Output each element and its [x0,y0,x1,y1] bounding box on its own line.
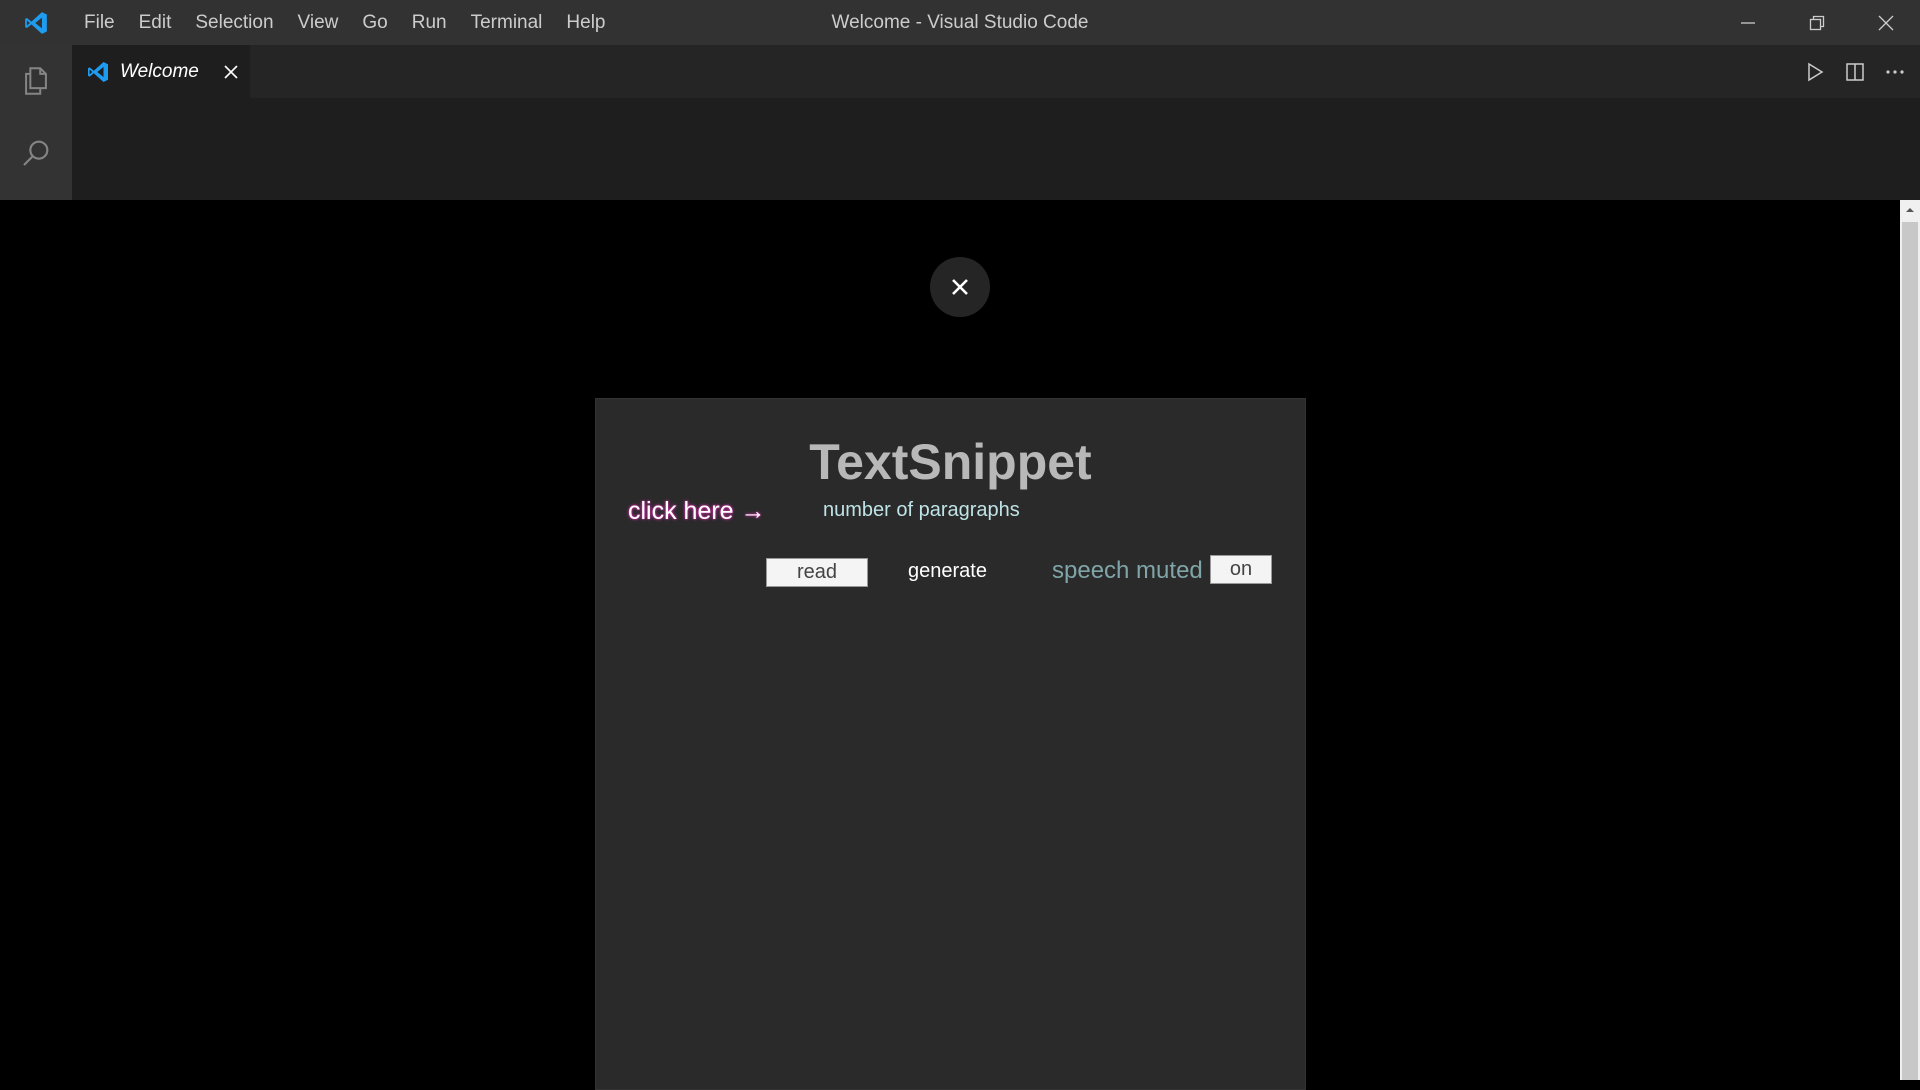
restore-icon[interactable] [1782,0,1851,45]
webview: TextSnippet click here → number of parag… [0,200,1900,1090]
title-bar: File Edit Selection View Go Run Terminal… [0,0,1920,45]
generate-button[interactable]: generate [908,560,987,583]
click-here-link[interactable]: click here → [628,497,766,526]
explorer-icon[interactable] [0,45,72,117]
textsnippet-panel: TextSnippet click here → number of parag… [595,398,1306,1090]
close-icon[interactable] [1851,0,1920,45]
page-title: TextSnippet [809,434,1092,490]
more-actions-icon[interactable] [1882,59,1908,85]
close-tab-icon[interactable] [221,62,241,82]
number-of-paragraphs-label: number of paragraphs [823,499,1020,521]
menu-help[interactable]: Help [554,0,617,45]
speech-toggle-button[interactable]: on [1210,555,1272,584]
menu-run[interactable]: Run [400,0,459,45]
split-editor-icon[interactable] [1842,59,1868,85]
menu-terminal[interactable]: Terminal [459,0,555,45]
editor-area [72,98,1920,200]
vscode-logo-icon [86,59,112,85]
tab-label: Welcome [120,60,199,82]
read-button[interactable]: read [766,558,868,587]
menu-selection[interactable]: Selection [183,0,285,45]
run-icon[interactable] [1802,59,1828,85]
speech-muted-label: speech muted [1052,557,1203,584]
menu-view[interactable]: View [286,0,351,45]
menu-go[interactable]: Go [350,0,399,45]
tab-bar: Welcome [72,45,1920,98]
editor-actions [1802,45,1908,98]
close-icon[interactable] [930,257,990,317]
scrollbar[interactable] [1900,200,1920,1080]
scroll-up-icon[interactable] [1900,200,1920,220]
minimize-icon[interactable] [1713,0,1782,45]
menu-edit[interactable]: Edit [127,0,184,45]
activity-bar [0,45,72,200]
menu-bar: File Edit Selection View Go Run Terminal… [72,0,618,45]
search-icon[interactable] [0,117,72,189]
vscode-logo-icon [0,0,72,45]
scrollbar-thumb[interactable] [1902,222,1918,1080]
tab-welcome[interactable]: Welcome [72,45,250,98]
menu-file[interactable]: File [72,0,127,45]
window-controls [1713,0,1920,45]
